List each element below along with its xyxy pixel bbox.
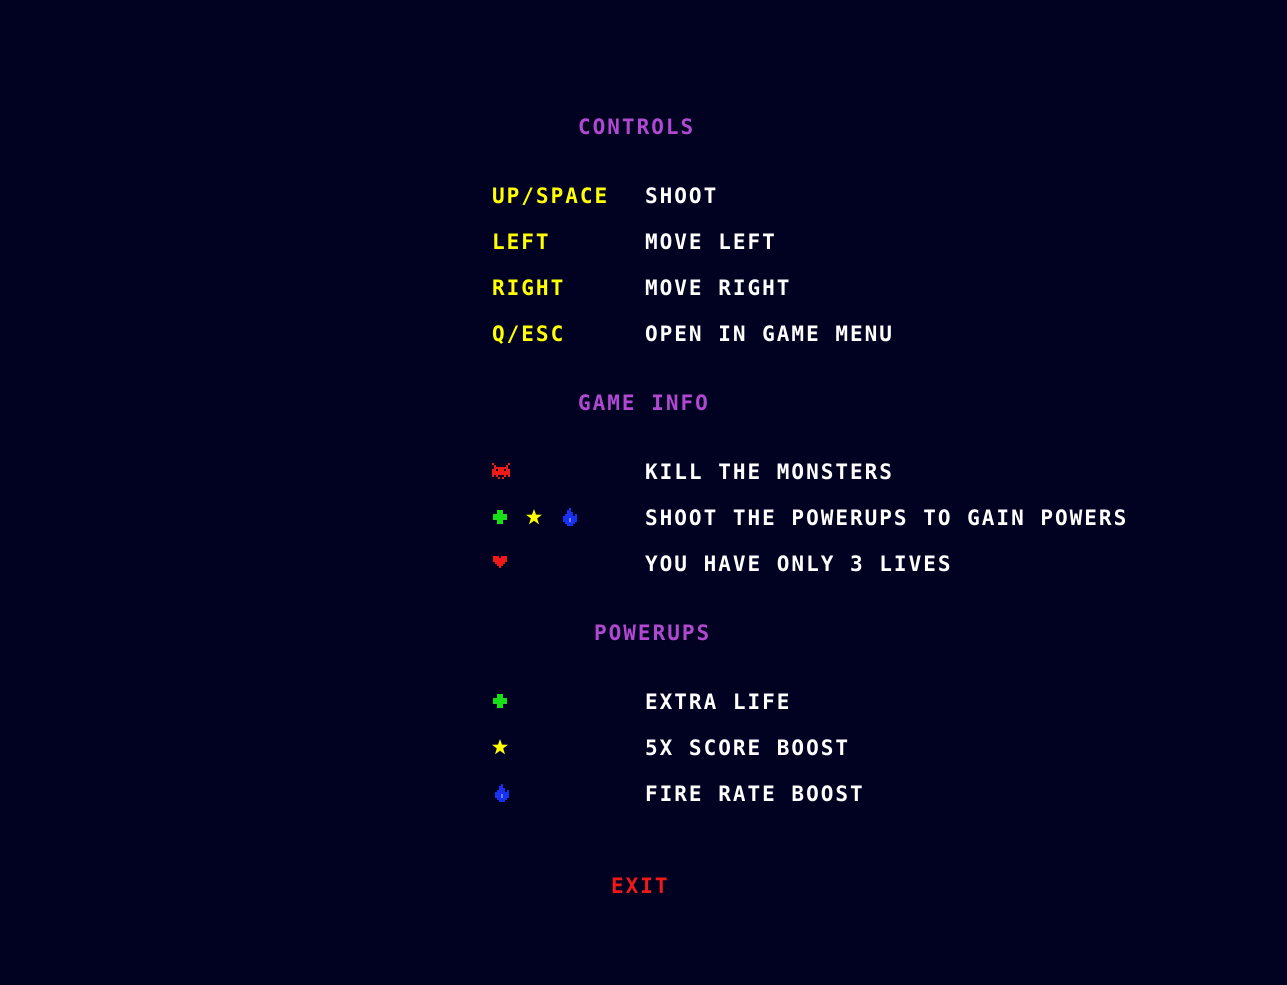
exit-button[interactable]: EXIT bbox=[611, 874, 670, 898]
powerup-score-boost: 5X SCORE BOOST bbox=[645, 736, 851, 760]
controls-heading: CONTROLS bbox=[578, 115, 696, 139]
info-three-lives: YOU HAVE ONLY 3 LIVES bbox=[645, 552, 953, 576]
control-key-right: RIGHT bbox=[492, 276, 566, 300]
control-action-shoot: SHOOT bbox=[645, 184, 719, 208]
star-icon bbox=[526, 509, 542, 525]
powerup-extra-life: EXTRA LIFE bbox=[645, 690, 792, 714]
control-action-move-right: MOVE RIGHT bbox=[645, 276, 792, 300]
control-key-up-space: UP/SPACE bbox=[492, 184, 610, 208]
powerups-heading: POWERUPS bbox=[594, 621, 712, 645]
info-kill-monsters: KILL THE MONSTERS bbox=[645, 460, 894, 484]
control-key-q-esc: Q/ESC bbox=[492, 322, 566, 346]
control-action-move-left: MOVE LEFT bbox=[645, 230, 777, 254]
flame-icon bbox=[563, 508, 577, 526]
help-screen: CONTROLS UP/SPACE SHOOT LEFT MOVE LEFT R… bbox=[0, 0, 1287, 985]
game-info-heading: GAME INFO bbox=[578, 391, 710, 415]
control-action-open-menu: OPEN IN GAME MENU bbox=[645, 322, 894, 346]
plus-icon bbox=[493, 694, 507, 708]
monster-icon bbox=[492, 463, 510, 479]
heart-icon bbox=[493, 556, 507, 568]
control-key-left: LEFT bbox=[492, 230, 551, 254]
flame-icon bbox=[495, 784, 509, 802]
star-icon bbox=[492, 739, 508, 755]
powerup-fire-rate-boost: FIRE RATE BOOST bbox=[645, 782, 865, 806]
info-shoot-powerups: SHOOT THE POWERUPS TO GAIN POWERS bbox=[645, 506, 1129, 530]
plus-icon bbox=[493, 510, 507, 524]
